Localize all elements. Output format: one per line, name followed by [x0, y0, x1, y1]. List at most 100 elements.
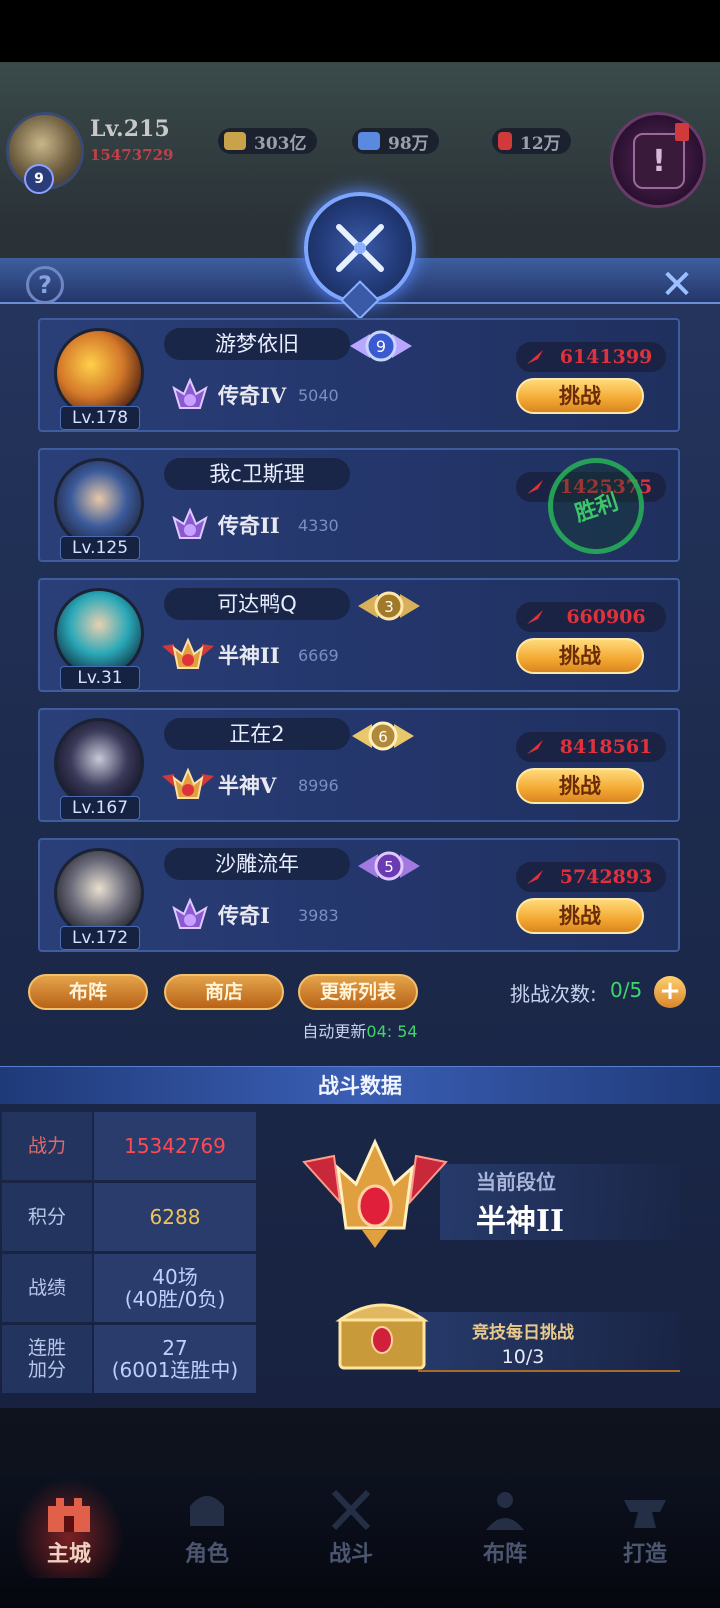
anvil-icon — [624, 1500, 666, 1528]
shop-button[interactable]: 商店 — [164, 974, 284, 1010]
opponent-points: 6669 — [298, 646, 339, 665]
nav-battle[interactable]: 战斗 — [296, 1478, 406, 1578]
stat-key: 战力 — [2, 1112, 92, 1180]
stat-row-record: 战绩 40场 (40胜/0负) — [2, 1254, 256, 1322]
crossed-swords-icon — [336, 224, 384, 272]
gold-resource[interactable]: 303亿 — [218, 128, 317, 154]
formation-icon — [486, 1492, 524, 1530]
opponent-avatar[interactable] — [54, 588, 144, 678]
daily-challenge-value: 10/3 — [501, 1346, 545, 1368]
gold-amount: 303亿 — [254, 133, 307, 154]
daily-challenge-label: 竞技每日挑战 — [472, 1323, 574, 1343]
auto-refresh-time: 04: 54 — [366, 1022, 418, 1041]
castle-icon — [48, 1498, 90, 1532]
nav-formation[interactable]: 布阵 — [450, 1478, 560, 1578]
opponent-avatar[interactable] — [54, 458, 144, 548]
crossed-swords-icon — [331, 1489, 371, 1531]
opponent-rank: 传奇I — [218, 903, 270, 928]
stat-value-detail: (40胜/0负) — [124, 1287, 226, 1311]
badge-number: 6 — [378, 728, 388, 746]
auto-refresh-label: 自动更新 — [302, 1022, 367, 1041]
gem-amount: 98万 — [388, 133, 429, 154]
gem-icon — [358, 132, 380, 150]
help-button[interactable]: ? — [26, 266, 64, 304]
stat-row-score: 积分 6288 — [2, 1183, 256, 1251]
player-power: 15473729 — [90, 146, 174, 164]
badge-number: 3 — [384, 598, 394, 616]
opponent-power-box: 8418561 — [516, 732, 666, 762]
stat-row-streak: 连胜 加分 27 (6001连胜中) — [2, 1325, 256, 1393]
opponent-level: Lv.125 — [60, 536, 140, 560]
badge-number: 5 — [384, 858, 394, 876]
opponent-card: Lv.178 游梦依旧 9 传奇IV 5040 6141399 挑战 — [38, 318, 680, 432]
stat-key-line2: 加分 — [27, 1359, 66, 1381]
nav-character[interactable]: 角色 — [152, 1478, 262, 1578]
power-feather-icon — [527, 610, 543, 624]
challenge-button[interactable]: 挑战 — [516, 898, 644, 934]
opponent-level: Lv.172 — [60, 926, 140, 950]
nav-label: 角色 — [184, 1541, 229, 1567]
challenge-button[interactable]: 挑战 — [516, 378, 644, 414]
challenge-button[interactable]: 挑战 — [516, 768, 644, 804]
opponent-power-box: 660906 — [516, 602, 666, 632]
opponent-level: Lv.167 — [60, 796, 140, 820]
legend-rank-icon — [172, 507, 208, 539]
vip-badge: 9 — [24, 164, 54, 194]
opponent-name: 我c卫斯理 — [164, 458, 350, 490]
stat-key: 战绩 — [2, 1254, 92, 1322]
refresh-list-button[interactable]: 更新列表 — [298, 974, 418, 1010]
opponent-points: 8996 — [298, 776, 339, 795]
player-level: Lv.215 — [90, 116, 170, 142]
opponent-avatar[interactable] — [54, 328, 144, 418]
opponent-level: Lv.31 — [60, 666, 140, 690]
stat-key-block: 连胜 加分 — [2, 1325, 92, 1393]
stat-value-detail: (6001连胜中) — [111, 1358, 239, 1382]
power-feather-icon — [527, 870, 543, 884]
opponent-points: 5040 — [298, 386, 339, 405]
add-challenges-button[interactable]: + — [654, 976, 686, 1008]
opponent-avatar[interactable] — [54, 718, 144, 808]
opponent-power: 5742893 — [559, 866, 653, 888]
gold-wing-badge-icon: 6 — [352, 721, 414, 751]
power-feather-icon — [527, 480, 543, 494]
opponent-points: 4330 — [298, 516, 339, 535]
nav-label: 布阵 — [482, 1541, 527, 1567]
legend-rank-icon — [172, 897, 208, 929]
auto-refresh-timer: 自动更新04: 54 — [0, 1018, 720, 1042]
opponent-card: Lv.31 可达鸭Q 3 半神II 6669 660906 挑战 — [38, 578, 680, 692]
nav-label: 主城 — [46, 1541, 91, 1567]
opponent-rank: 传奇II — [218, 513, 280, 538]
gem-resource[interactable]: 98万 — [352, 128, 439, 154]
challenge-count-label: 挑战次数: — [510, 982, 597, 1006]
stat-value: 27 — [162, 1336, 188, 1360]
opponent-card: Lv.167 正在2 6 半神V 8996 8418561 挑战 — [38, 708, 680, 822]
opponent-level: Lv.178 — [60, 406, 140, 430]
nav-main-city[interactable]: 主城 — [14, 1478, 124, 1578]
stat-value-block: 27 (6001连胜中) — [94, 1325, 256, 1393]
treasure-chest-icon[interactable] — [334, 1290, 430, 1372]
formation-button[interactable]: 布阵 — [28, 974, 148, 1010]
ruby-resource[interactable]: 12万 — [492, 128, 571, 154]
current-tier-value: 半神II — [476, 1204, 565, 1239]
nav-forge[interactable]: 打造 — [590, 1478, 700, 1578]
opponent-name: 可达鸭Q — [164, 588, 350, 620]
opponent-power-box: 5742893 — [516, 862, 666, 892]
opponent-avatar[interactable] — [54, 848, 144, 938]
opponent-name: 沙雕流年 — [164, 848, 350, 880]
challenge-count-value: 0/5 — [610, 978, 643, 1002]
demigod-rank-icon — [162, 767, 214, 799]
stat-value: 6288 — [94, 1183, 256, 1251]
legend-rank-icon — [172, 377, 208, 409]
challenge-button[interactable]: 挑战 — [516, 638, 644, 674]
close-button[interactable]: ✕ — [660, 265, 694, 305]
stat-key: 连胜 — [27, 1337, 66, 1359]
scroll-icon: ! — [633, 133, 685, 189]
nav-label: 战斗 — [328, 1541, 373, 1567]
stat-value: 40场 — [152, 1265, 198, 1289]
stat-value: 15342769 — [94, 1112, 256, 1180]
purple-wing-badge-icon: 5 — [358, 851, 420, 881]
opponent-power: 660906 — [566, 606, 646, 628]
power-feather-icon — [527, 740, 543, 754]
helmet-icon — [190, 1496, 224, 1526]
quest-scroll-button[interactable]: ! — [610, 112, 706, 208]
